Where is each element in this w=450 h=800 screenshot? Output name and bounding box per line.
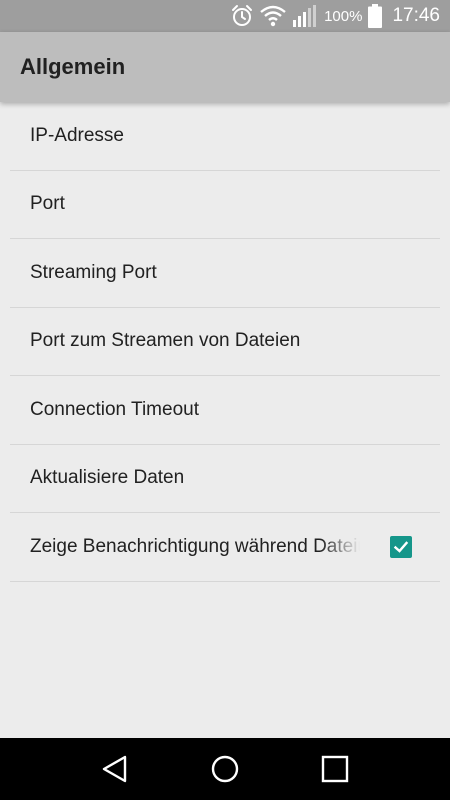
signal-icon	[292, 5, 317, 27]
pref-label: IP-Adresse	[30, 124, 124, 146]
pref-refresh-data[interactable]: Aktualisiere Daten	[10, 445, 440, 513]
pref-label: Connection Timeout	[30, 398, 199, 420]
clock: 17:46	[392, 5, 440, 26]
page-title: Allgemein	[20, 54, 126, 79]
settings-list: IP-Adresse Port Streaming Port Port zum …	[0, 102, 450, 582]
wifi-icon	[260, 5, 286, 27]
pref-label: Zeige Benachrichtigung während Dateiüber…	[30, 535, 360, 557]
pref-connection-timeout[interactable]: Connection Timeout	[10, 376, 440, 445]
alarm-icon	[230, 4, 254, 28]
pref-label: Port zum Streamen von Dateien	[30, 330, 301, 352]
battery-icon	[368, 4, 383, 28]
show-notification-checkbox[interactable]	[390, 535, 412, 558]
pref-label: Aktualisiere Daten	[30, 467, 185, 489]
back-icon	[102, 755, 127, 783]
pref-show-notification[interactable]: Zeige Benachrichtigung während Dateiüber…	[10, 513, 440, 582]
pref-ip-address[interactable]: IP-Adresse	[10, 102, 440, 171]
home-icon	[211, 755, 239, 783]
app-bar: Allgemein	[0, 32, 450, 102]
navigation-bar	[0, 738, 450, 800]
pref-streaming-port[interactable]: Streaming Port	[10, 239, 440, 308]
battery-percent: 100%	[324, 7, 363, 25]
recents-button[interactable]	[305, 744, 365, 794]
status-bar: 100% 17:46	[0, 0, 450, 32]
recents-icon	[321, 755, 349, 783]
pref-file-streaming-port[interactable]: Port zum Streamen von Dateien	[10, 308, 440, 376]
back-button[interactable]	[85, 744, 145, 794]
home-button[interactable]	[195, 744, 255, 794]
pref-label: Port	[30, 193, 65, 215]
pref-label: Streaming Port	[30, 261, 157, 283]
pref-port[interactable]: Port	[10, 171, 440, 239]
check-icon	[393, 541, 409, 553]
